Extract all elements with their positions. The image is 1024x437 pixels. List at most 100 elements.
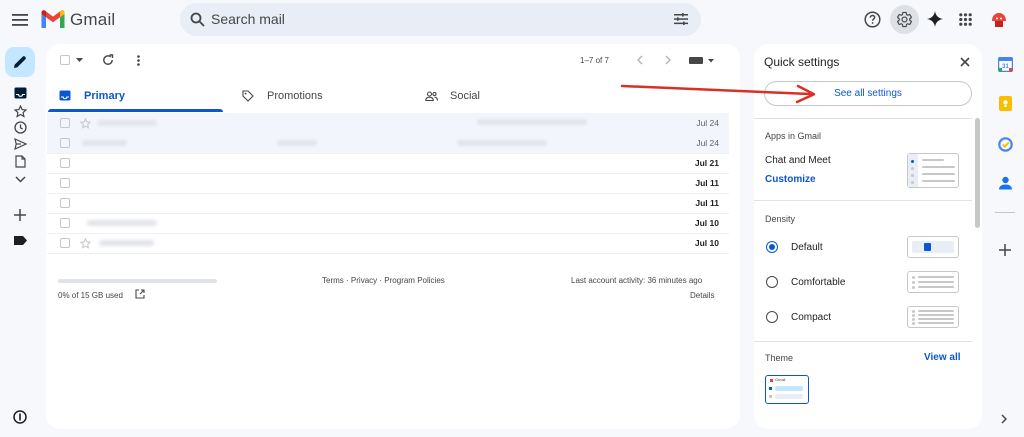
nav-drafts[interactable] — [11, 153, 29, 169]
svg-text:31: 31 — [1002, 64, 1009, 70]
quick-settings-title: Quick settings — [764, 55, 840, 69]
select-dropdown-button[interactable] — [74, 55, 84, 65]
sparkle-icon — [927, 11, 943, 27]
side-panel-divider — [995, 212, 1015, 213]
settings-button[interactable] — [890, 5, 919, 34]
keep-app-button[interactable] — [995, 93, 1015, 113]
more-vert-icon — [136, 54, 140, 66]
customize-link[interactable]: Customize — [765, 174, 816, 185]
tab-primary-label: Primary — [84, 89, 125, 102]
divider — [754, 200, 972, 201]
newer-button[interactable] — [634, 53, 646, 67]
nav-sent[interactable] — [11, 136, 29, 152]
nav-starred[interactable] — [11, 103, 29, 119]
search-input[interactable]: Search mail — [211, 11, 285, 27]
theme-preview-label: Gmail — [775, 377, 786, 382]
gemini-button[interactable] — [925, 9, 945, 29]
link-separator: · — [379, 276, 383, 285]
density-compact-option[interactable]: Compact — [766, 308, 831, 326]
quick-settings-scrollbar[interactable] — [975, 118, 980, 228]
redacted-sender — [97, 120, 157, 126]
density-default-preview — [907, 236, 959, 258]
manage-storage-link[interactable] — [134, 288, 146, 300]
email-date: Jul 11 — [695, 198, 719, 208]
row-checkbox[interactable] — [60, 198, 70, 208]
star-icon[interactable] — [80, 238, 91, 249]
row-checkbox[interactable] — [60, 138, 70, 148]
active-tab-indicator — [48, 109, 223, 112]
email-row[interactable]: Jul 24 — [47, 113, 729, 134]
gmail-logo[interactable] — [40, 9, 66, 29]
refresh-button[interactable] — [100, 52, 116, 68]
tab-primary[interactable]: Primary — [48, 82, 223, 109]
star-icon — [13, 104, 27, 118]
nav-more[interactable] — [11, 171, 29, 187]
help-icon — [863, 10, 881, 28]
radio-selected[interactable] — [766, 241, 778, 253]
nav-inbox[interactable] — [11, 85, 29, 101]
search-options-button[interactable] — [672, 10, 690, 28]
nav-label[interactable] — [11, 232, 29, 248]
refresh-icon — [103, 54, 114, 65]
contacts-icon — [998, 176, 1012, 190]
footer-links: Terms · Privacy · Program Policies — [322, 276, 445, 285]
gmail-wordmark: Gmail — [70, 10, 116, 29]
terms-link[interactable]: Terms — [322, 276, 344, 285]
view-all-themes-link[interactable]: View all — [924, 352, 961, 363]
tab-promotions[interactable]: Promotions — [230, 82, 405, 109]
row-checkbox[interactable] — [60, 178, 70, 188]
nav-snoozed[interactable] — [11, 119, 29, 135]
contacts-app-button[interactable] — [995, 173, 1015, 193]
google-apps-button[interactable] — [955, 9, 975, 29]
star-icon[interactable] — [80, 118, 91, 129]
tasks-app-button[interactable] — [995, 134, 1015, 154]
close-quick-settings-button[interactable] — [958, 55, 972, 69]
email-row[interactable]: Jul 11 — [47, 173, 729, 194]
theme-thumbnail[interactable]: Gmail — [765, 375, 809, 404]
last-activity-text: Last account activity: 36 minutes ago — [571, 276, 703, 285]
row-checkbox[interactable] — [60, 158, 70, 168]
row-checkbox[interactable] — [60, 118, 70, 128]
email-row[interactable]: Jul 11 — [47, 193, 729, 214]
tab-social[interactable]: Social — [412, 82, 587, 109]
help-button[interactable] — [862, 9, 882, 29]
annotation-arrow — [620, 84, 816, 104]
row-checkbox[interactable] — [60, 238, 70, 248]
radio-unselected[interactable] — [766, 276, 778, 288]
account-avatar[interactable] — [988, 9, 1010, 31]
radio-unselected[interactable] — [766, 311, 778, 323]
main-menu-button[interactable] — [10, 10, 30, 30]
more-actions-button[interactable] — [130, 52, 146, 68]
create-label-button[interactable] — [11, 207, 29, 223]
email-row[interactable]: Jul 10 — [47, 213, 729, 234]
open-in-new-icon — [135, 289, 145, 299]
redacted-sender — [87, 220, 157, 226]
row-checkbox[interactable] — [60, 218, 70, 228]
input-tools-button[interactable] — [688, 54, 716, 66]
density-default-option[interactable]: Default — [766, 238, 823, 256]
email-row[interactable]: Jul 10 — [47, 233, 729, 254]
older-button[interactable] — [662, 53, 674, 67]
show-side-panel-button[interactable] — [996, 411, 1012, 427]
account-status-button[interactable] — [11, 408, 29, 426]
draft-icon — [14, 154, 26, 168]
details-link[interactable]: Details — [690, 291, 714, 300]
density-heading: Density — [765, 214, 796, 224]
caret-down-icon — [75, 58, 83, 62]
chevron-right-icon — [1001, 414, 1007, 424]
redacted-sender — [82, 140, 127, 146]
search-button[interactable] — [188, 10, 206, 28]
density-comfortable-preview — [907, 271, 959, 293]
people-icon — [425, 90, 438, 101]
select-all-checkbox[interactable] — [60, 55, 70, 65]
tag-icon — [242, 89, 254, 102]
chevron-down-icon — [14, 175, 26, 183]
compose-button[interactable] — [5, 47, 35, 77]
density-comfortable-option[interactable]: Comfortable — [766, 273, 845, 291]
privacy-link[interactable]: Privacy — [351, 276, 377, 285]
email-row[interactable]: Jul 24 — [47, 133, 729, 154]
get-addons-button[interactable] — [995, 240, 1015, 260]
email-row[interactable]: Jul 21 — [47, 153, 729, 174]
calendar-app-button[interactable]: 31 — [995, 54, 1015, 74]
program-policies-link[interactable]: Program Policies — [384, 276, 444, 285]
